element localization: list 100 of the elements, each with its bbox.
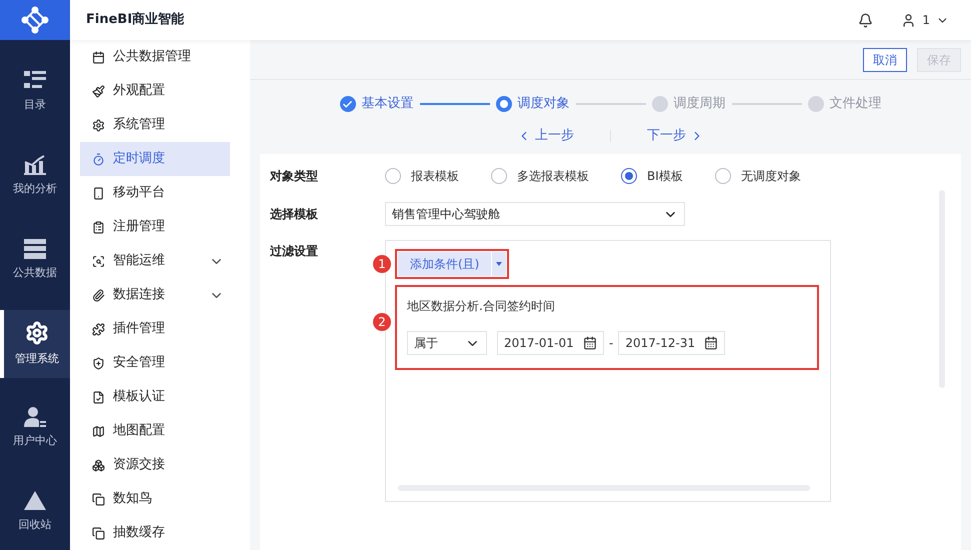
search-icon: [92, 254, 105, 268]
sidebar-label: 定时调度: [113, 150, 165, 168]
radio-button[interactable]: [714, 168, 731, 184]
bell-icon[interactable]: [858, 12, 874, 28]
sidebar-label: 公共数据管理: [113, 48, 191, 66]
step-label: 基本设置: [362, 95, 414, 114]
step-badge: 1: [373, 255, 391, 273]
rail-label: 目录: [24, 96, 46, 113]
sidebar-label: 资源交接: [113, 456, 165, 474]
sidebar-item[interactable]: 地图配置: [80, 414, 230, 448]
user-icon: [901, 12, 916, 28]
copy-icon: [92, 526, 105, 540]
template-dropdown[interactable]: 销售管理中心驾驶舱: [385, 202, 685, 226]
sidebar-item[interactable]: 安全管理: [80, 346, 230, 380]
radio-option[interactable]: 报表模板: [385, 167, 459, 185]
date-field[interactable]: 2017-12-31: [618, 331, 726, 355]
app-title: FineBI商业智能: [86, 10, 184, 30]
database-icon: [24, 238, 46, 259]
sidebar-item[interactable]: 外观配置: [80, 74, 230, 108]
document-icon: [92, 390, 105, 404]
radio-button[interactable]: [385, 168, 401, 184]
rail-item[interactable]: 目录: [0, 58, 70, 126]
calendar-icon: [704, 336, 718, 350]
step-label: 调度对象: [518, 95, 570, 114]
triangle-icon: [24, 490, 46, 511]
rail-label: 公共数据: [13, 264, 57, 281]
step-badge: 2: [373, 313, 391, 331]
date-field[interactable]: 2017-01-01: [497, 331, 604, 355]
add-condition-button[interactable]: 添加条件(且): [398, 252, 492, 276]
sidebar-label: 抽数缓存: [113, 524, 165, 542]
rail-item[interactable]: 管理系统: [0, 310, 70, 378]
radio-button[interactable]: [621, 168, 637, 184]
puzzle-icon: [92, 322, 105, 336]
paperclip-icon: [92, 288, 105, 302]
sidebar-item[interactable]: 抽数缓存: [80, 516, 230, 550]
sidebar-label: 外观配置: [113, 82, 165, 100]
shield-icon: [92, 356, 105, 370]
step-connector: [576, 103, 646, 105]
settings-icon: [92, 118, 105, 132]
step-label: 文件处理: [830, 95, 882, 114]
sidebar-label: 数知鸟: [113, 490, 152, 508]
sidebar-item[interactable]: 系统管理: [80, 108, 230, 142]
sidebar-label: 地图配置: [113, 422, 165, 440]
sidebar-label: 插件管理: [113, 320, 165, 338]
calendar-icon: [583, 336, 597, 350]
radio-button[interactable]: [491, 168, 507, 184]
operator-dropdown[interactable]: 属于: [407, 331, 487, 355]
dropdown-toggle[interactable]: [492, 252, 506, 276]
sidebar-item[interactable]: 数知鸟: [80, 482, 230, 516]
radio-option[interactable]: BI模板: [621, 167, 683, 185]
phone-icon: [92, 186, 105, 200]
timer-icon: [92, 152, 105, 166]
rail-item[interactable]: 用户中心: [0, 394, 70, 462]
sidebar-item[interactable]: 插件管理: [80, 312, 230, 346]
next-step-link[interactable]: 下一步: [647, 126, 704, 146]
sidebar-label: 模板认证: [113, 388, 165, 406]
sidebar-item[interactable]: 移动平台: [80, 176, 230, 210]
sidebar-item[interactable]: 智能运维: [80, 244, 230, 278]
rail-label: 回收站: [18, 516, 52, 533]
sidebar-item[interactable]: 模板认证: [80, 380, 230, 414]
rail-label: 管理系统: [15, 350, 59, 367]
sidebar-label: 注册管理: [113, 218, 165, 236]
previous-step-link[interactable]: 上一步: [517, 126, 574, 146]
action-button[interactable]: 取消: [863, 48, 907, 72]
field-label: 选择模板: [270, 206, 319, 223]
sidebar-item[interactable]: 资源交接: [80, 448, 230, 482]
sidebar-item[interactable]: 定时调度: [80, 142, 230, 176]
blocks-icon: [92, 458, 105, 472]
logo-icon: [21, 6, 49, 34]
calendar-icon: [92, 50, 105, 64]
rail-label: 我的分析: [13, 180, 57, 197]
sidebar-item[interactable]: 数据连接: [80, 278, 230, 312]
user-icon: [24, 406, 46, 427]
form-icon: [92, 220, 105, 234]
caret-icon: [496, 262, 502, 266]
sidebar-label: 安全管理: [113, 354, 165, 372]
sidebar-label: 系统管理: [113, 116, 165, 134]
step-connector: [732, 103, 802, 105]
radio-option[interactable]: 多选报表模板: [491, 167, 589, 185]
chart-icon: [24, 154, 46, 175]
rail-item[interactable]: 我的分析: [0, 142, 70, 210]
map-icon: [92, 424, 105, 438]
sidebar-item[interactable]: 公共数据管理: [80, 40, 230, 74]
field-label: 对象类型: [270, 168, 319, 185]
settings-icon: [25, 320, 49, 345]
sidebar-label: 数据连接: [113, 286, 165, 304]
sidebar-item[interactable]: 注册管理: [80, 210, 230, 244]
sidebar-label: 智能运维: [113, 252, 165, 270]
rail-item[interactable]: 回收站: [0, 478, 70, 546]
user-menu[interactable]: 1: [901, 11, 949, 29]
range-separator: -: [609, 335, 614, 352]
condition-field: 地区数据分析.合同签约时间: [407, 297, 807, 315]
step-connector: [420, 103, 490, 105]
copy-icon: [92, 492, 105, 506]
rail-item[interactable]: 公共数据: [0, 226, 70, 294]
step-label: 调度周期: [674, 95, 726, 114]
radio-option[interactable]: 无调度对象: [714, 167, 801, 185]
field-label: 过滤设置: [270, 243, 319, 260]
rail-label: 用户中心: [13, 432, 57, 449]
list-icon: [24, 70, 46, 91]
